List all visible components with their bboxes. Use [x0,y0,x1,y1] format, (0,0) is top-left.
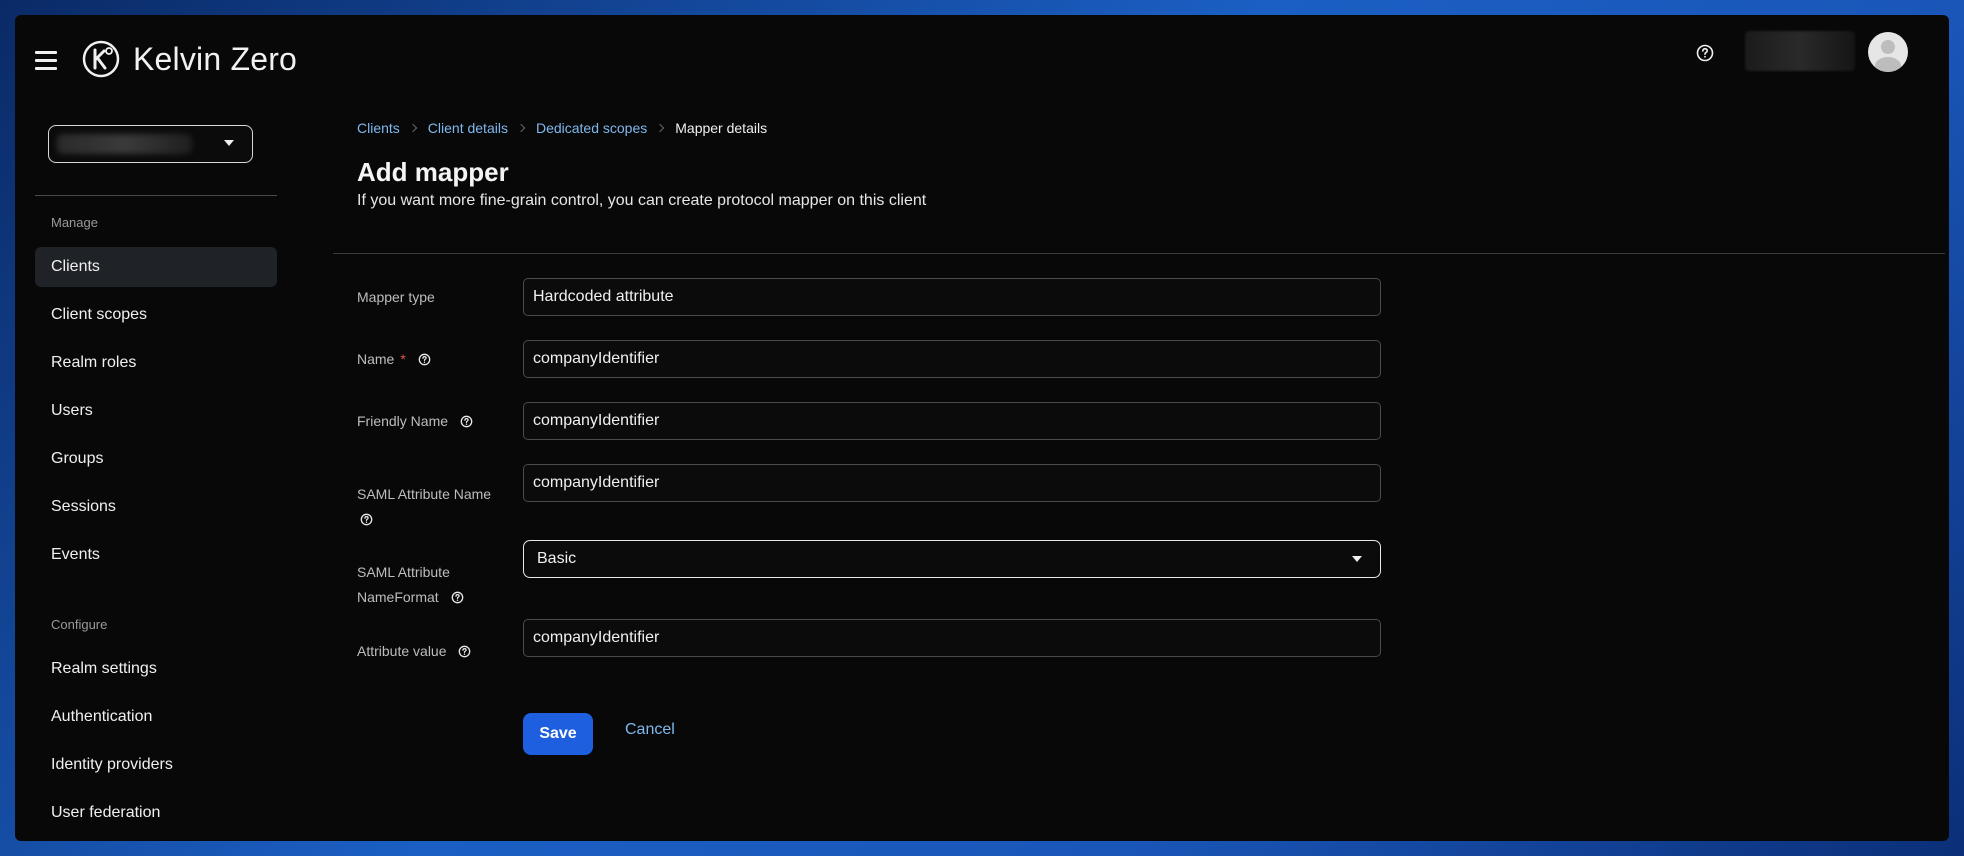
sidebar-item-events[interactable]: Events [35,535,277,575]
username-redacted[interactable] [1745,31,1855,71]
sidebar-item-user-federation[interactable]: User federation [35,793,277,833]
brand-name: Kelvin Zero [133,41,298,77]
app-window: Kelvin Zero Manage Clients Client scopes… [15,15,1949,841]
save-button[interactable]: Save [523,713,593,755]
mapper-type-input[interactable] [523,278,1381,316]
sidebar-item-realm-settings[interactable]: Realm settings [35,649,277,689]
sidebar-item-users[interactable]: Users [35,391,277,431]
sidebar-item-authentication[interactable]: Authentication [35,697,277,737]
realm-name-redacted [57,134,192,154]
attribute-value-label-text: Attribute value [357,643,447,659]
section-label-manage: Manage [51,215,98,230]
saml-nameformat-label-line2: NameFormat [357,589,439,605]
attribute-value-label: Attribute value [357,639,471,664]
header-divider [333,253,1945,254]
saml-nameformat-label-line2-wrap: NameFormat [357,585,487,610]
saml-nameformat-select[interactable]: Basic [523,540,1381,578]
sidebar-item-groups[interactable]: Groups [35,439,277,479]
kelvin-zero-logo-icon [82,40,120,78]
help-icon[interactable] [451,591,464,604]
sidebar-item-identity-providers[interactable]: Identity providers [35,745,277,785]
help-icon[interactable] [360,513,373,526]
saml-nameformat-selected-value: Basic [537,550,577,567]
user-avatar-icon [1875,40,1901,72]
caret-down-icon [1352,556,1362,562]
cancel-button[interactable]: Cancel [625,721,675,739]
page-subtitle: If you want more fine-grain control, you… [357,192,927,209]
page-title: Add mapper [357,157,509,187]
avatar[interactable] [1868,32,1908,72]
help-icon[interactable] [460,415,473,428]
sidebar-item-clients[interactable]: Clients [35,247,277,287]
saml-nameformat-label: SAML Attribute NameFormat [357,560,487,610]
breadcrumb-mapper-details: Mapper details [675,120,768,136]
breadcrumb-clients[interactable]: Clients [357,120,400,136]
saml-attribute-name-label-text: SAML Attribute Name [357,486,492,502]
attribute-value-input[interactable] [523,619,1381,657]
breadcrumb-client-details[interactable]: Client details [428,120,508,136]
name-input[interactable] [523,340,1381,378]
help-icon[interactable] [458,645,471,658]
masthead: Kelvin Zero [15,15,1949,105]
mapper-type-label: Mapper type [357,285,435,310]
breadcrumb-dedicated-scopes[interactable]: Dedicated scopes [536,120,647,136]
section-label-configure: Configure [51,617,108,632]
saml-attribute-name-label: SAML Attribute Name [357,482,507,532]
breadcrumb: Clients Client details Dedicated scopes … [357,120,767,136]
friendly-name-input[interactable] [523,402,1381,440]
saml-attribute-name-input[interactable] [523,464,1381,502]
sidebar-item-realm-roles[interactable]: Realm roles [35,343,277,383]
realm-selector[interactable] [48,125,253,163]
help-icon[interactable] [418,353,431,366]
name-label: Name * [357,347,431,372]
help-icon[interactable] [1695,43,1715,63]
chevron-right-icon [516,123,526,133]
sidebar-item-client-scopes[interactable]: Client scopes [35,295,277,335]
mapper-type-label-text: Mapper type [357,289,435,305]
hamburger-menu-icon[interactable] [35,51,57,71]
friendly-name-label: Friendly Name [357,409,473,434]
friendly-name-label-text: Friendly Name [357,413,449,429]
chevron-right-icon [408,123,418,133]
chevron-right-icon [656,123,665,133]
saml-nameformat-label-line1: SAML Attribute [357,564,450,580]
required-indicator: * [400,351,406,367]
sidebar-divider [35,195,277,196]
sidebar-item-sessions[interactable]: Sessions [35,487,277,527]
caret-down-icon [224,140,234,146]
name-label-text: Name [357,351,395,367]
